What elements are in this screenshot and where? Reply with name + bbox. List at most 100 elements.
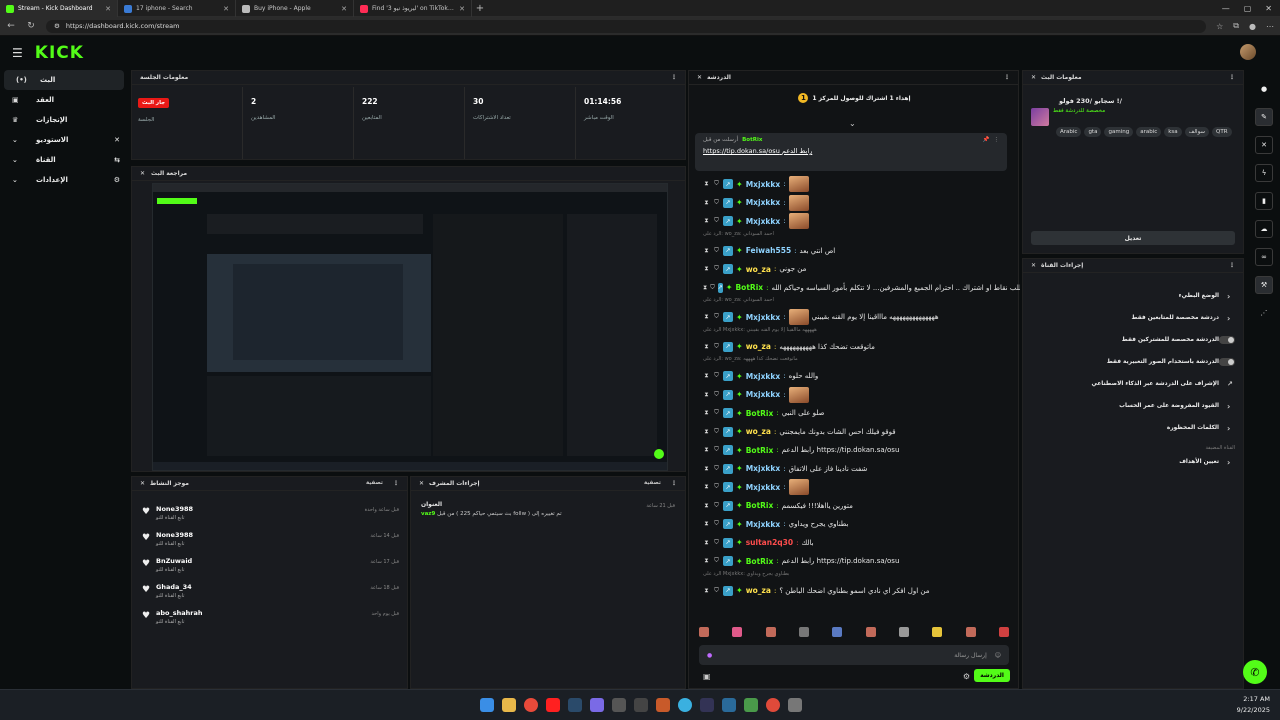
back-icon[interactable]: ← <box>6 21 16 31</box>
nav-item-studio[interactable]: ⌄ الاستوديو ✕ <box>0 130 128 150</box>
nav-item-channel[interactable]: ⌄ القناة ⇆ <box>0 150 128 170</box>
filter-button[interactable]: تصفية <box>366 480 383 487</box>
chat-message[interactable]: ⧗ ⛉ ↗ ✦ wo_za: من اول افكر اي نادي اسمو بطناو… <box>689 582 1020 601</box>
app-icon[interactable] <box>634 698 648 712</box>
chat-message[interactable]: ⧗ ⛉ ↗ ✦ BotRix: متورين يااهلا!!! فيكسمم <box>689 497 1020 516</box>
discord-icon[interactable] <box>590 698 604 712</box>
bookmark-icon[interactable]: ☆ <box>1216 22 1223 31</box>
row-followers-only[interactable]: › دردشة مخصصة للمتابعين فقط <box>1023 307 1243 329</box>
more-options-icon[interactable]: ⋮ <box>1004 74 1010 81</box>
profile-icon[interactable]: ● <box>1249 22 1256 31</box>
chat-message[interactable]: ⧗ ⛉ ↗ ✦ wo_za: من جوني <box>689 260 1020 279</box>
chat-message[interactable]: ⧗ ⛉ ↗ ✦ Mxjxkkx: <box>689 478 1020 497</box>
chat-username[interactable]: wo_za <box>746 427 771 436</box>
window-close-icon[interactable]: ✕ <box>1265 4 1272 13</box>
chat-message[interactable]: ⧗ ⛉ ↗ ✦ Feiwah555: اص انتي بعد <box>689 242 1020 261</box>
chat-username[interactable]: sultan2q30 <box>746 538 793 547</box>
chat-message[interactable]: ⧗ ⛉ ↗ ✦ sultan2q30: بالك <box>689 534 1020 553</box>
lightning-icon[interactable]: ϟ <box>1255 164 1273 182</box>
kick-logo[interactable]: KICK <box>35 43 84 63</box>
chat-username[interactable]: BotRix <box>746 446 774 455</box>
emote-icon[interactable] <box>832 627 843 637</box>
more-options-icon[interactable]: ⋮ <box>393 480 399 487</box>
stream-preview-video[interactable] <box>152 183 668 471</box>
menu-dots-icon[interactable]: ⋯ <box>1266 22 1274 31</box>
emote-icon[interactable] <box>765 627 776 637</box>
filter-button[interactable]: تصفية <box>644 480 661 487</box>
close-tab-icon[interactable]: ✕ <box>223 5 229 13</box>
chat-username[interactable]: Feiwah555 <box>746 246 791 255</box>
reload-icon[interactable]: ↻ <box>26 21 36 31</box>
row-banned-words[interactable]: › الكلمات المحظورة <box>1023 417 1243 439</box>
chat-username[interactable]: Mxjxkkx <box>746 483 781 492</box>
chrome-icon[interactable] <box>524 698 538 712</box>
minimize-icon[interactable]: — <box>1222 4 1230 13</box>
emote-only-toggle[interactable] <box>1219 358 1235 366</box>
app-icon[interactable] <box>744 698 758 712</box>
close-tab-icon[interactable]: ✕ <box>459 5 465 13</box>
chat-username[interactable]: Mxjxkkx <box>746 198 781 207</box>
chat-message[interactable]: ⧗ ⛉ ↗ ✦ Mxjxkkx: ههههههههههههههه ماااقينا إلا… <box>689 308 1020 327</box>
chat-message[interactable]: ⧗ ⛉ ↗ ✦ Mxjxkkx: <box>689 386 1020 405</box>
tools-icon[interactable]: ⚒ <box>1255 276 1273 294</box>
close-icon[interactable]: ✕ <box>1031 262 1036 269</box>
maximize-icon[interactable]: ▢ <box>1244 4 1252 13</box>
app-icon[interactable] <box>656 698 670 712</box>
emote-icon[interactable] <box>998 627 1009 637</box>
emote-icon[interactable] <box>798 627 809 637</box>
chat-message[interactable]: ⧗ ⛉ ↗ ✦ Mxjxkkx: والله حلوه <box>689 367 1020 386</box>
chat-input[interactable]: ● إرسال رسالة ☺ <box>699 645 1009 665</box>
app-icon[interactable] <box>766 698 780 712</box>
steam-icon[interactable] <box>568 698 582 712</box>
app-icon[interactable] <box>612 698 626 712</box>
chat-message[interactable]: ⧗ ⛉ ↗ ✦ BotRix: صلو على النبي <box>689 404 1020 423</box>
emoji-icon[interactable]: ● <box>707 652 712 659</box>
share-icon[interactable]: ⋰ <box>1255 304 1273 322</box>
chat-username[interactable]: wo_za <box>746 586 771 595</box>
youtube-icon[interactable] <box>546 698 560 712</box>
close-panel-icon[interactable]: ✕ <box>1255 136 1273 154</box>
edit-icon[interactable]: ✎ <box>1255 108 1273 126</box>
subs-only-toggle[interactable] <box>1219 336 1235 344</box>
close-tab-icon[interactable]: ✕ <box>341 5 347 13</box>
chat-message[interactable]: ⧗ ⛉ ↗ ✦ BotRix: رابط الدعم https://tip.dokan.… <box>689 552 1020 571</box>
hamburger-icon[interactable]: ☰ <box>12 46 23 60</box>
close-icon[interactable]: ✕ <box>419 480 424 487</box>
site-info-icon[interactable]: ⚙ <box>54 22 60 30</box>
chat-message[interactable]: ⧗⛉↗✦BotRix:البث: لا تسب لاتطلب نقاط او ا… <box>689 279 1020 298</box>
row-ai-moderation[interactable]: ↗ الإشراف على الدردشة عبر الذكاء الاصطناع… <box>1023 373 1243 395</box>
new-tab-button[interactable]: + <box>472 0 488 16</box>
close-icon[interactable]: ✕ <box>1031 74 1036 81</box>
emote-icon[interactable] <box>932 627 943 637</box>
chat-message[interactable]: ⧗ ⛉ ↗ ✦ Mxjxkkx: بطناوي يجرح ويداوي <box>689 515 1020 534</box>
chat-send-button[interactable]: الدردشة <box>974 669 1010 682</box>
chat-message[interactable]: ⧗ ⛉ ↗ ✦ Mxjxkkx: <box>689 212 1020 231</box>
chat-username[interactable]: Mxjxkkx <box>746 180 781 189</box>
tab-apple[interactable]: Buy iPhone - Apple ✕ <box>236 0 354 17</box>
category-label[interactable]: مخصصة للدردشة فقط <box>1053 108 1232 114</box>
app-icon[interactable] <box>722 698 736 712</box>
close-icon[interactable]: ✕ <box>697 74 702 81</box>
tab-tiktok[interactable]: Find 'ليريوذ نيو 3' on TikTok | TikTok✕ <box>354 0 472 17</box>
support-chat-button[interactable]: ✆ <box>1243 660 1267 684</box>
start-icon[interactable] <box>480 698 494 712</box>
nav-item-stream[interactable]: (•) البث <box>4 70 124 90</box>
close-tab-icon[interactable]: ✕ <box>105 5 111 13</box>
user-avatar[interactable] <box>1240 44 1256 60</box>
tab-search[interactable]: 17 iphone - Search ✕ <box>118 0 236 17</box>
chat-username[interactable]: BotRix <box>746 501 774 510</box>
chevron-down-icon[interactable]: ⌄ <box>849 119 856 128</box>
edge-icon[interactable] <box>678 698 692 712</box>
chat-message[interactable]: ⧗ ⛉ ↗ ✦ Mxjxkkx: <box>689 175 1020 194</box>
nav-item-achievements[interactable]: ♛ الإنجازات <box>0 110 128 130</box>
chat-bubble-icon[interactable]: ☁ <box>1255 220 1273 238</box>
nav-item-settings[interactable]: ⌄ الإعدادات ⚙ <box>0 170 128 190</box>
chat-username[interactable]: Mxjxkkx <box>746 372 781 381</box>
tab-stream[interactable]: Stream - Kick Dashboard ✕ <box>0 0 118 17</box>
phone-icon[interactable]: ▮ <box>1255 192 1273 210</box>
chat-username[interactable]: Mxjxkkx <box>746 520 781 529</box>
emote-icon[interactable] <box>865 627 876 637</box>
chat-username[interactable]: Mxjxkkx <box>746 313 781 322</box>
chat-username[interactable]: BotRix <box>746 557 774 566</box>
chat-username[interactable]: Mxjxkkx <box>746 464 781 473</box>
